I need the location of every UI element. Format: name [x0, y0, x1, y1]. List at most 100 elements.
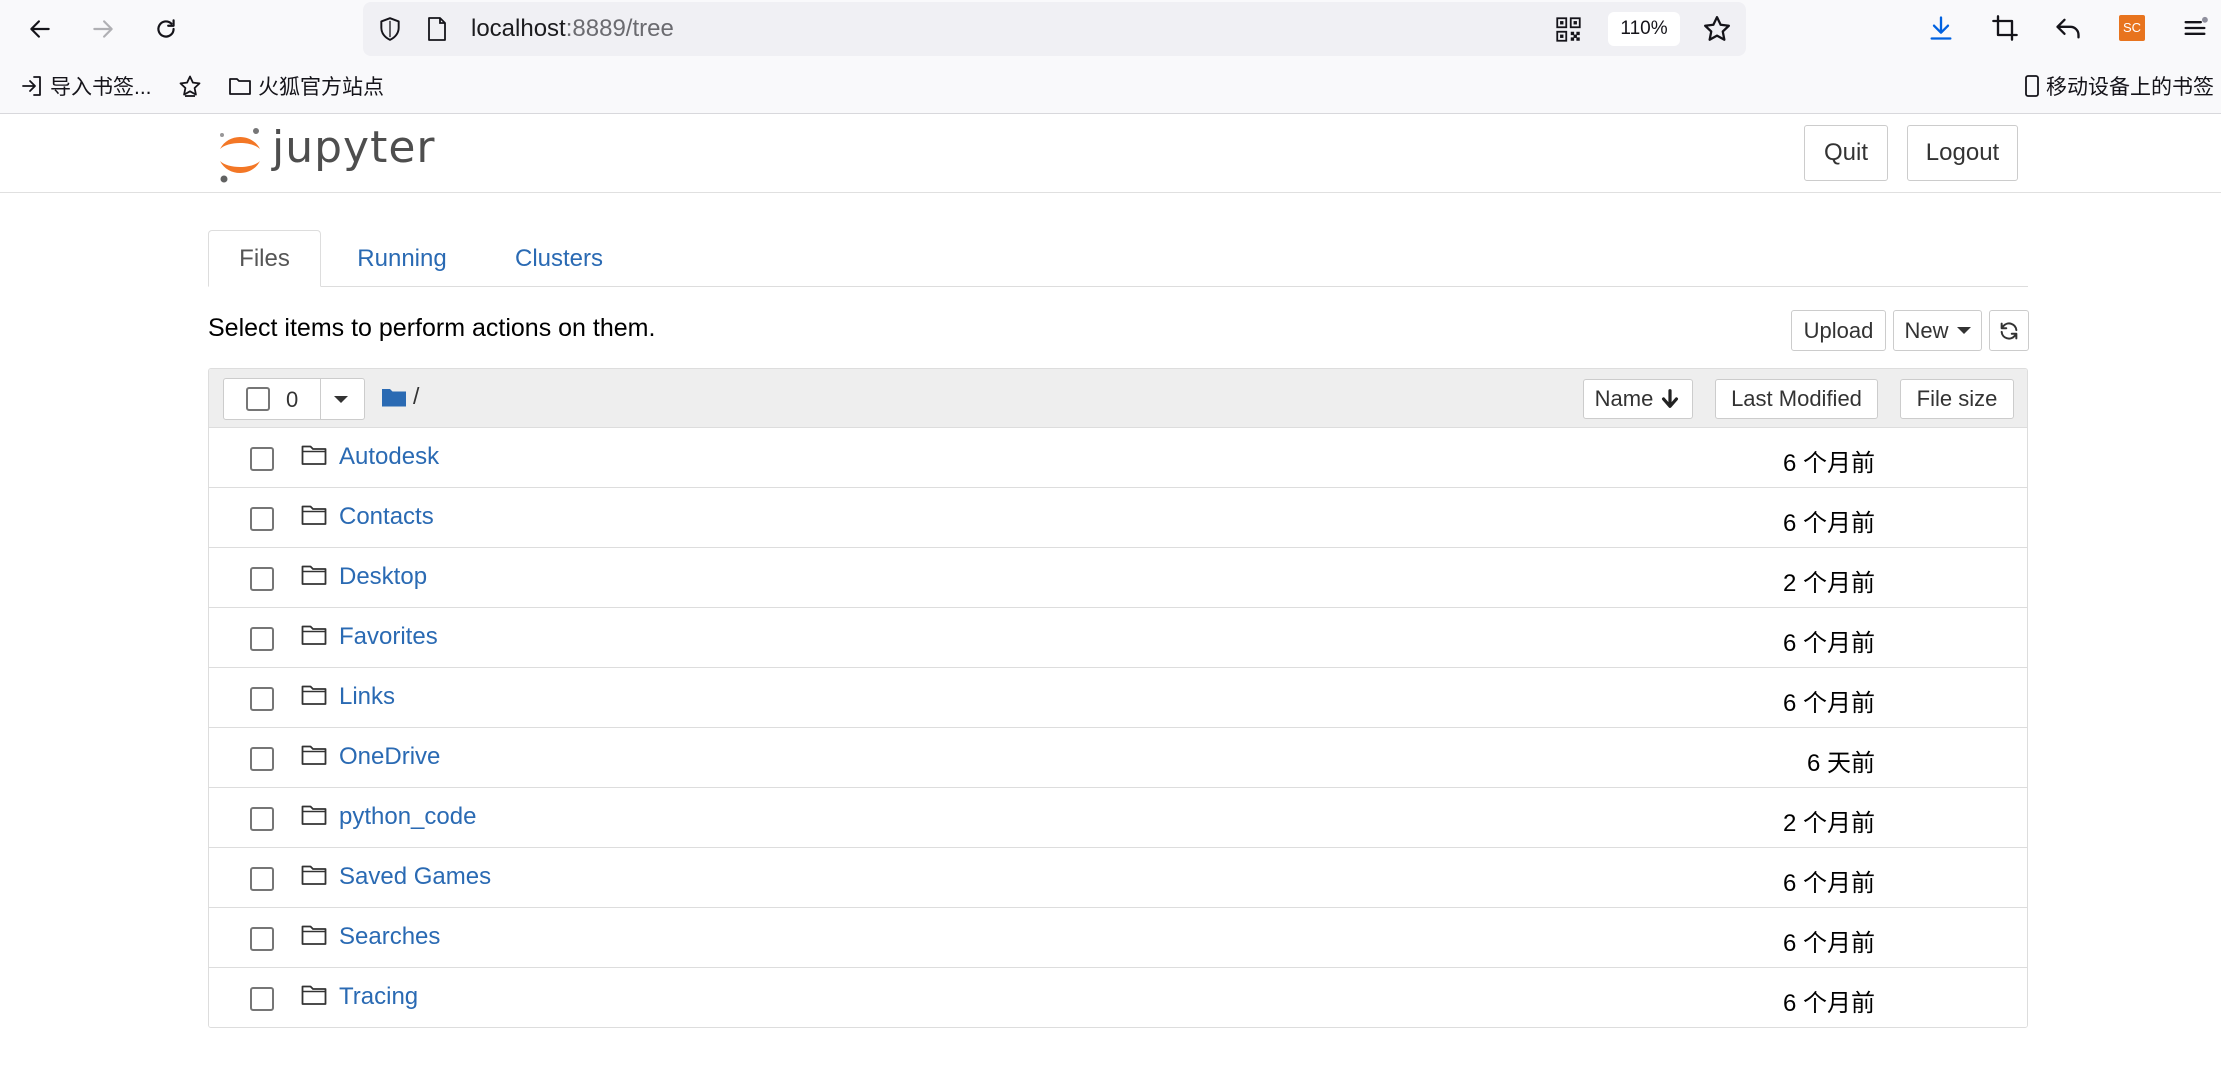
qr-code-icon[interactable]	[1555, 16, 1582, 43]
select-menu-caret-icon[interactable]	[334, 396, 348, 403]
file-name-link[interactable]: Favorites	[339, 623, 438, 651]
folder-icon	[301, 925, 327, 945]
new-button-label: New	[1904, 317, 1949, 343]
quit-button[interactable]: Quit	[1804, 125, 1888, 181]
last-modified: 6 个月前	[1782, 510, 1875, 537]
table-row: Searches 6 个月前	[209, 908, 2027, 968]
last-modified: 2 个月前	[1782, 810, 1875, 837]
import-icon	[22, 76, 41, 96]
folder-home-icon[interactable]	[381, 386, 407, 408]
last-modified: 6 个月前	[1782, 990, 1875, 1017]
select-all-group[interactable]: 0	[223, 378, 365, 420]
last-modified: 6 个月前	[1782, 630, 1875, 657]
file-name-link[interactable]: Contacts	[339, 503, 434, 531]
forward-icon	[93, 20, 113, 38]
file-name-link[interactable]: Links	[339, 683, 395, 711]
file-name-link[interactable]: OneDrive	[339, 743, 440, 771]
undo-icon	[2056, 18, 2080, 39]
tabs-divider	[208, 286, 2028, 287]
bookmark-firefox-site-label: 火狐官方站点	[258, 76, 384, 99]
back-button[interactable]	[20, 9, 60, 49]
bookmark-import-label: 导入书签...	[50, 76, 152, 99]
zoom-level-badge[interactable]: 110%	[1608, 12, 1680, 46]
row-checkbox[interactable]	[250, 447, 274, 471]
table-row: python_code 2 个月前	[209, 788, 2027, 848]
row-checkbox[interactable]	[250, 747, 274, 771]
tab-files[interactable]: Files	[208, 230, 321, 287]
row-checkbox[interactable]	[250, 567, 274, 591]
refresh-icon	[2000, 321, 2018, 340]
jupyter-header: jupyter Quit Logout	[0, 114, 2221, 193]
extension-sc-badge[interactable]: SC	[2119, 15, 2145, 41]
file-name-link[interactable]: Tracing	[339, 983, 418, 1011]
forward-button[interactable]	[83, 9, 123, 49]
screenshot-button[interactable]	[1990, 13, 2020, 43]
breadcrumb-root[interactable]: /	[413, 383, 419, 410]
table-row: Desktop 2 个月前	[209, 548, 2027, 608]
row-checkbox[interactable]	[250, 627, 274, 651]
file-name-link[interactable]: Saved Games	[339, 863, 491, 891]
downloads-button[interactable]	[1926, 13, 1956, 43]
star-icon[interactable]	[1702, 14, 1732, 44]
bookmark-import[interactable]: 导入书签...	[20, 72, 152, 100]
bookmark-mobile[interactable]: 移动设备上的书签	[2020, 72, 2214, 100]
url-text[interactable]: localhost:8889/tree	[471, 15, 674, 43]
url-bar[interactable]: localhost:8889/tree 110%	[363, 2, 1746, 56]
caret-down-icon	[1956, 327, 1971, 334]
row-checkbox[interactable]	[250, 507, 274, 531]
row-checkbox[interactable]	[250, 927, 274, 951]
file-name-link[interactable]: Autodesk	[339, 443, 439, 471]
folder-icon	[301, 865, 327, 885]
shield-icon[interactable]	[377, 16, 403, 42]
download-icon	[1930, 16, 1952, 40]
table-row: Contacts 6 个月前	[209, 488, 2027, 548]
selection-hint: Select items to perform actions on them.	[208, 314, 656, 342]
table-row: Saved Games 6 个月前	[209, 848, 2027, 908]
file-list: 0 / Name Last Modified File size Autodes…	[208, 368, 2028, 1028]
table-row: Tracing 6 个月前	[209, 968, 2027, 1027]
table-row: Favorites 6 个月前	[209, 608, 2027, 668]
last-modified: 6 天前	[1806, 750, 1875, 777]
jupyter-logo-text: jupyter	[272, 122, 436, 173]
tab-clusters[interactable]: Clusters	[496, 230, 622, 287]
last-modified: 6 个月前	[1782, 930, 1875, 957]
file-name-link[interactable]: python_code	[339, 803, 476, 831]
row-checkbox[interactable]	[250, 807, 274, 831]
folder-icon	[229, 78, 251, 95]
bookmark-mobile-label: 移动设备上的书签	[2046, 76, 2214, 99]
url-host: localhost	[471, 15, 566, 42]
sort-by-modified-button[interactable]: Last Modified	[1715, 379, 1878, 419]
table-row: Links 6 个月前	[209, 668, 2027, 728]
last-modified: 6 个月前	[1782, 450, 1875, 477]
upload-button[interactable]: Upload	[1791, 310, 1886, 351]
folder-icon	[301, 505, 327, 525]
row-checkbox[interactable]	[250, 867, 274, 891]
file-list-header: 0 / Name Last Modified File size	[209, 369, 2027, 428]
browser-toolbar: localhost:8889/tree 110% SC	[0, 0, 2221, 58]
file-name-link[interactable]: Searches	[339, 923, 440, 951]
logout-button[interactable]: Logout	[1907, 125, 2018, 181]
mobile-icon	[2025, 75, 2039, 97]
reload-button[interactable]	[146, 9, 186, 49]
folder-icon	[301, 745, 327, 765]
crop-icon	[1992, 15, 2018, 41]
file-name-link[interactable]: Desktop	[339, 563, 427, 591]
app-menu-button[interactable]	[2180, 13, 2210, 43]
refresh-button[interactable]	[1989, 310, 2029, 351]
new-dropdown-button[interactable]: New	[1893, 310, 1982, 351]
sort-by-name-button[interactable]: Name	[1583, 379, 1693, 419]
row-checkbox[interactable]	[250, 987, 274, 1011]
bookmarks-bar: 导入书签... 火狐官方站点 移动设备上的书签	[0, 58, 2221, 114]
folder-icon	[301, 625, 327, 645]
folder-icon	[301, 805, 327, 825]
sort-by-size-button[interactable]: File size	[1900, 379, 2014, 419]
select-all-checkbox[interactable]	[246, 387, 270, 411]
row-checkbox[interactable]	[250, 687, 274, 711]
bookmark-firefox-site[interactable]: 火狐官方站点	[228, 72, 384, 100]
bookmark-star-button[interactable]	[178, 72, 208, 100]
undo-close-button[interactable]	[2053, 13, 2083, 43]
menu-icon	[2184, 16, 2208, 35]
tab-running[interactable]: Running	[340, 230, 464, 287]
table-row: Autodesk 6 个月前	[209, 428, 2027, 488]
reload-icon	[157, 19, 175, 38]
